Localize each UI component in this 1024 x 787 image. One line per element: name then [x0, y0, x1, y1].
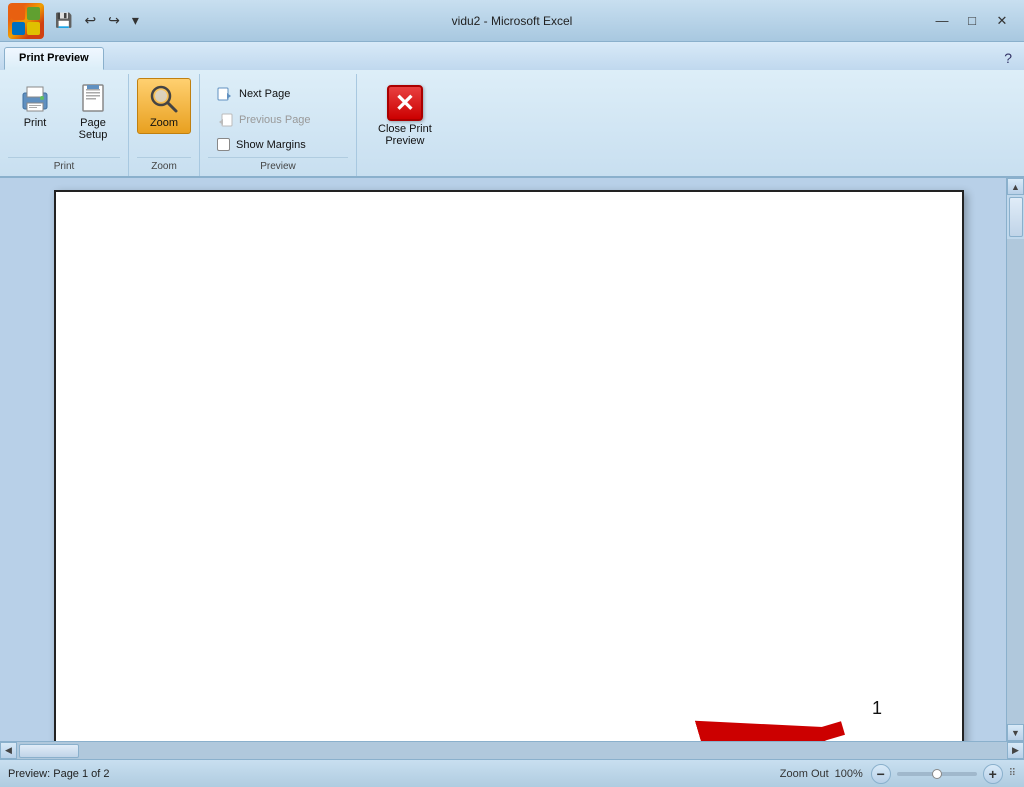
- close-button[interactable]: ✕: [988, 11, 1016, 31]
- previous-page-button[interactable]: Previous Page: [208, 108, 348, 132]
- minimize-button[interactable]: —: [928, 11, 956, 31]
- page-number-annotation: 1: [872, 698, 882, 719]
- ribbon-group-zoom: Zoom Zoom: [129, 74, 200, 176]
- save-button[interactable]: 💾: [50, 9, 77, 32]
- print-label: Print: [24, 117, 47, 129]
- scroll-left-arrow[interactable]: ◀: [0, 742, 17, 759]
- preview-small-buttons: Next Page Previous Page Show Margins: [208, 78, 348, 155]
- status-right: Zoom Out 100% − + ⠿: [780, 764, 1016, 784]
- close-print-preview-label: Close PrintPreview: [378, 123, 432, 147]
- window-title: vidu2 - Microsoft Excel: [452, 14, 573, 28]
- maximize-button[interactable]: □: [958, 11, 986, 31]
- page-preview: 1: [54, 190, 964, 741]
- zoom-out-button[interactable]: −: [871, 764, 891, 784]
- page-container: 1: [0, 178, 1006, 741]
- scroll-thumb-vertical[interactable]: [1009, 197, 1023, 237]
- ribbon: Print PageSetup Print: [0, 70, 1024, 178]
- scroll-down-arrow[interactable]: ▼: [1007, 724, 1024, 741]
- redo-button[interactable]: ↪: [103, 9, 125, 32]
- preview-group-label: Preview: [208, 157, 348, 176]
- print-button[interactable]: Print: [8, 78, 62, 134]
- office-logo: [8, 3, 44, 39]
- print-icon: [19, 83, 51, 115]
- scroll-up-arrow[interactable]: ▲: [1007, 178, 1024, 195]
- main-area: 1 ▲ ▼: [0, 178, 1024, 741]
- zoom-slider-thumb[interactable]: [932, 769, 942, 779]
- quick-access-toolbar: 💾 ↩ ↪ ▾: [50, 9, 144, 32]
- undo-button[interactable]: ↩: [79, 9, 101, 32]
- window-controls: — □ ✕: [928, 11, 1016, 31]
- print-group-content: Print PageSetup: [8, 74, 120, 155]
- annotation-arrow: 1: [688, 708, 882, 741]
- title-bar: 💾 ↩ ↪ ▾ vidu2 - Microsoft Excel — □ ✕: [0, 0, 1024, 42]
- arrow-svg: [688, 708, 868, 741]
- customize-button[interactable]: ▾: [127, 9, 144, 32]
- ribbon-group-print: Print PageSetup Print: [0, 74, 129, 176]
- tab-print-preview[interactable]: Print Preview: [4, 47, 104, 70]
- next-page-label: Next Page: [239, 88, 290, 100]
- previous-page-label: Previous Page: [239, 114, 311, 126]
- page-info: Preview: Page 1 of 2: [8, 768, 110, 780]
- vertical-scrollbar[interactable]: ▲ ▼: [1006, 178, 1024, 741]
- close-group-label: [365, 169, 445, 176]
- next-page-button[interactable]: Next Page: [208, 82, 348, 106]
- status-bar: Preview: Page 1 of 2 Zoom Out 100% − + ⠿: [0, 759, 1024, 787]
- show-margins-label: Show Margins: [236, 139, 306, 151]
- zoom-slider[interactable]: [897, 772, 977, 776]
- scroll-right-arrow[interactable]: ▶: [1007, 742, 1024, 759]
- help-icon[interactable]: ?: [996, 46, 1020, 70]
- page-setup-button[interactable]: PageSetup: [66, 78, 120, 146]
- zoom-icon: [148, 83, 180, 115]
- preview-group-content: Next Page Previous Page Show Margins: [208, 74, 348, 155]
- zoom-group-label: Zoom: [137, 157, 191, 176]
- scroll-track-vertical: [1007, 239, 1024, 724]
- print-group-label: Print: [8, 157, 120, 176]
- status-dots: ⠿: [1009, 768, 1016, 779]
- page-setup-icon: [77, 83, 109, 115]
- page-setup-label: PageSetup: [79, 117, 108, 141]
- close-print-icon: ✕: [387, 85, 423, 121]
- scroll-thumb-horizontal[interactable]: [19, 744, 79, 758]
- zoom-label-btn: Zoom: [150, 117, 178, 129]
- ribbon-tab-bar: Print Preview ?: [0, 42, 1024, 70]
- next-page-icon: [217, 86, 233, 102]
- horizontal-scrollbar[interactable]: ◀ ▶: [0, 741, 1024, 759]
- close-print-preview-button[interactable]: ✕ Close PrintPreview: [365, 78, 445, 154]
- ribbon-group-preview: Next Page Previous Page Show Margins: [200, 74, 357, 176]
- zoom-percent: 100%: [835, 768, 865, 780]
- previous-page-icon: [217, 112, 233, 128]
- zoom-group-content: Zoom: [137, 74, 191, 155]
- zoom-out-label: Zoom Out: [780, 768, 829, 780]
- close-group-content: ✕ Close PrintPreview: [365, 74, 445, 167]
- show-margins-checkbox: [217, 138, 230, 151]
- zoom-in-button[interactable]: +: [983, 764, 1003, 784]
- show-margins-button[interactable]: Show Margins: [208, 134, 348, 155]
- scroll-track-horizontal: [17, 742, 1007, 759]
- status-left: Preview: Page 1 of 2: [8, 768, 780, 780]
- ribbon-group-close: ✕ Close PrintPreview: [357, 74, 453, 176]
- zoom-button[interactable]: Zoom: [137, 78, 191, 134]
